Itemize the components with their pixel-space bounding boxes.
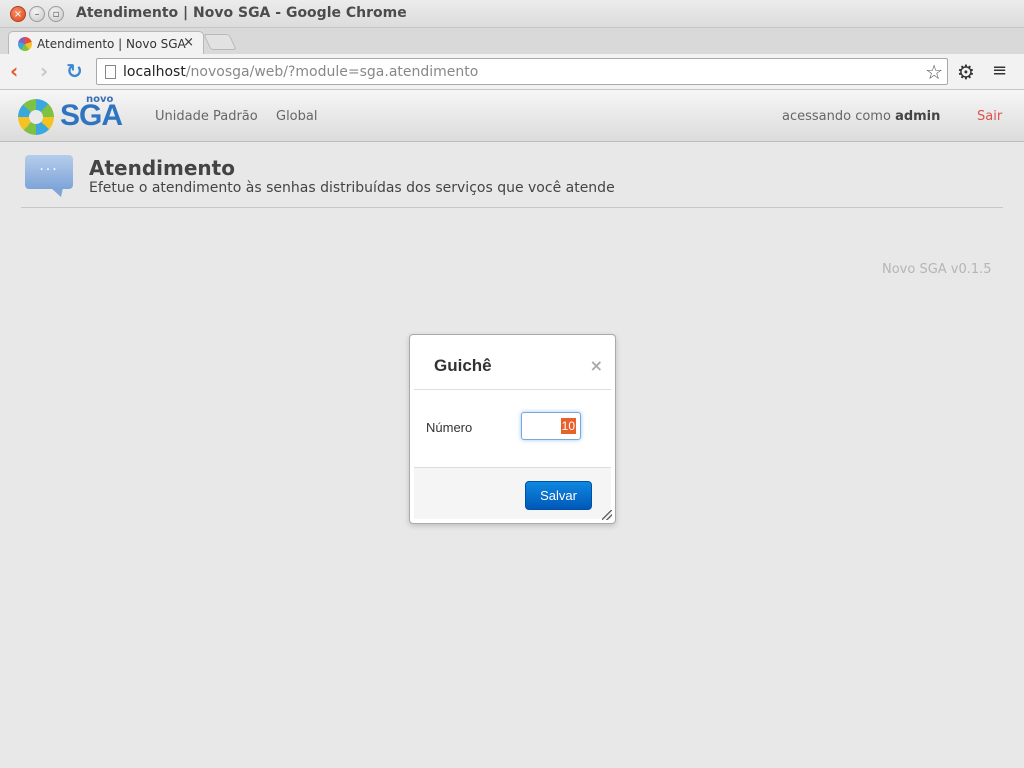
window-titlebar: × – ▫ Atendimento | Novo SGA - Google Ch…	[0, 0, 1024, 28]
window-maximize-button[interactable]: ▫	[48, 6, 64, 22]
tab-close-icon[interactable]: ×	[183, 35, 194, 50]
chat-bubble-icon: ···	[25, 155, 73, 197]
back-icon[interactable]: ‹	[10, 60, 18, 82]
forward-icon[interactable]: ›	[40, 60, 48, 82]
browser-toolbar: ‹ › ↻ localhost/novosga/web/?module=sga.…	[0, 54, 1024, 90]
resize-grip-icon[interactable]	[602, 510, 612, 520]
url-host: localhost	[123, 64, 186, 80]
user-name: admin	[895, 109, 941, 124]
url-text[interactable]: localhost/novosga/web/?module=sga.atendi…	[123, 64, 478, 80]
save-button[interactable]: Salvar	[525, 481, 592, 510]
window-title: Atendimento | Novo SGA - Google Chrome	[76, 5, 407, 21]
dialog-header: Guichê ×	[414, 339, 611, 390]
new-tab-button[interactable]	[203, 34, 237, 50]
guiche-dialog: Guichê × Número 10 Salvar	[409, 334, 616, 524]
browser-tab[interactable]: Atendimento | Novo SGA ×	[8, 31, 204, 55]
url-path: /novosga/web/?module=sga.atendimento	[185, 64, 479, 80]
gear-icon[interactable]: ⚙	[957, 60, 975, 84]
logo-text[interactable]: SGA	[60, 99, 123, 133]
reload-icon[interactable]: ↻	[66, 60, 83, 82]
logo-icon[interactable]	[18, 99, 54, 135]
header-divider	[21, 207, 1003, 208]
dialog-footer: Salvar	[414, 467, 611, 519]
close-icon[interactable]: ×	[590, 356, 603, 375]
dialog-title: Guichê	[434, 356, 492, 375]
window-close-button[interactable]: ×	[10, 6, 26, 22]
favicon-icon	[18, 37, 32, 51]
numero-label: Número	[426, 420, 473, 435]
address-bar[interactable]: localhost/novosga/web/?module=sga.atendi…	[96, 58, 948, 85]
window-minimize-button[interactable]: –	[29, 6, 45, 22]
tab-title: Atendimento | Novo SGA	[37, 37, 186, 51]
numero-value: 10	[560, 418, 576, 434]
chat-dots: ···	[39, 162, 59, 178]
page-icon	[105, 65, 116, 79]
user-info: acessando como admin	[782, 109, 940, 124]
bookmark-star-icon[interactable]: ☆	[925, 60, 943, 84]
menu-icon[interactable]: ≡	[992, 60, 1007, 81]
tab-strip: Atendimento | Novo SGA ×	[0, 28, 1024, 55]
page-subtitle: Efetue o atendimento às senhas distribuí…	[89, 180, 615, 196]
logout-link[interactable]: Sair	[977, 109, 1002, 124]
version-label: Novo SGA v0.1.5	[882, 262, 992, 277]
nav-link-unidade[interactable]: Unidade Padrão	[155, 109, 258, 124]
page-title: Atendimento	[89, 156, 235, 180]
app-navbar: novo SGA Unidade Padrão Global acessando…	[0, 90, 1024, 142]
numero-input[interactable]: 10	[521, 412, 581, 440]
user-prefix: acessando como	[782, 109, 891, 124]
nav-link-global[interactable]: Global	[276, 109, 317, 124]
